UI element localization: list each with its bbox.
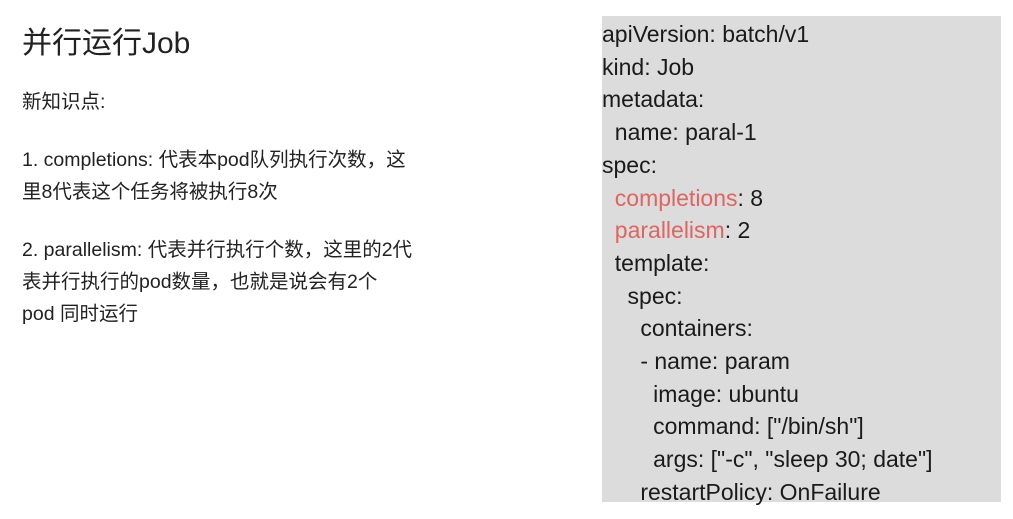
code-line-parallelism: parallelism: 2 <box>602 214 1001 247</box>
point-parallelism-line-2: 表并行执行的pod数量，也就是说会有2个 <box>22 271 378 293</box>
code-line: image: ubuntu <box>602 380 799 407</box>
code-line: - name: param <box>602 348 790 375</box>
code-line: command: ["/bin/sh"] <box>602 413 864 440</box>
yaml-code-block: apiVersion: batch/v1 kind: Job metadata:… <box>602 16 1001 505</box>
point-completions-line-1: 1. completions: 代表本pod队列执行次数，这 <box>22 149 406 171</box>
point-completions-line-2: 里8代表这个任务将被执行8次 <box>22 181 278 203</box>
code-line-completions: completions: 8 <box>602 182 1001 215</box>
parallelism-value: : 2 <box>724 217 751 244</box>
point-completions: 1. completions: 代表本pod队列执行次数，这 里8代表这个任务将… <box>22 144 542 208</box>
point-parallelism: 2. parallelism: 代表并行执行个数，这里的2代 表并行执行的pod… <box>22 234 542 330</box>
code-line: apiVersion: batch/v1 <box>602 21 810 47</box>
code-line: restartPolicy: OnFailure <box>602 478 881 505</box>
explanation-panel: 并行运行Job 新知识点: 1. completions: 代表本pod队列执行… <box>22 24 542 356</box>
subtitle: 新知识点: <box>22 91 106 113</box>
code-line: name: paral-1 <box>602 119 757 146</box>
completions-key: completions <box>602 184 738 211</box>
code-line: spec: <box>602 151 657 178</box>
code-line: kind: Job <box>602 53 695 80</box>
parallelism-key: parallelism <box>602 217 725 244</box>
code-line: template: <box>602 249 710 276</box>
point-parallelism-line-3: pod 同时运行 <box>22 303 138 325</box>
code-line: spec: <box>602 282 683 309</box>
code-line: containers: <box>602 315 753 342</box>
point-parallelism-line-1: 2. parallelism: 代表并行执行个数，这里的2代 <box>22 239 413 261</box>
code-line: args: ["-c", "sleep 30; date"] <box>602 446 933 473</box>
page-title: 并行运行Job <box>22 27 191 60</box>
completions-value: : 8 <box>737 184 764 211</box>
code-line: metadata: <box>602 86 705 113</box>
